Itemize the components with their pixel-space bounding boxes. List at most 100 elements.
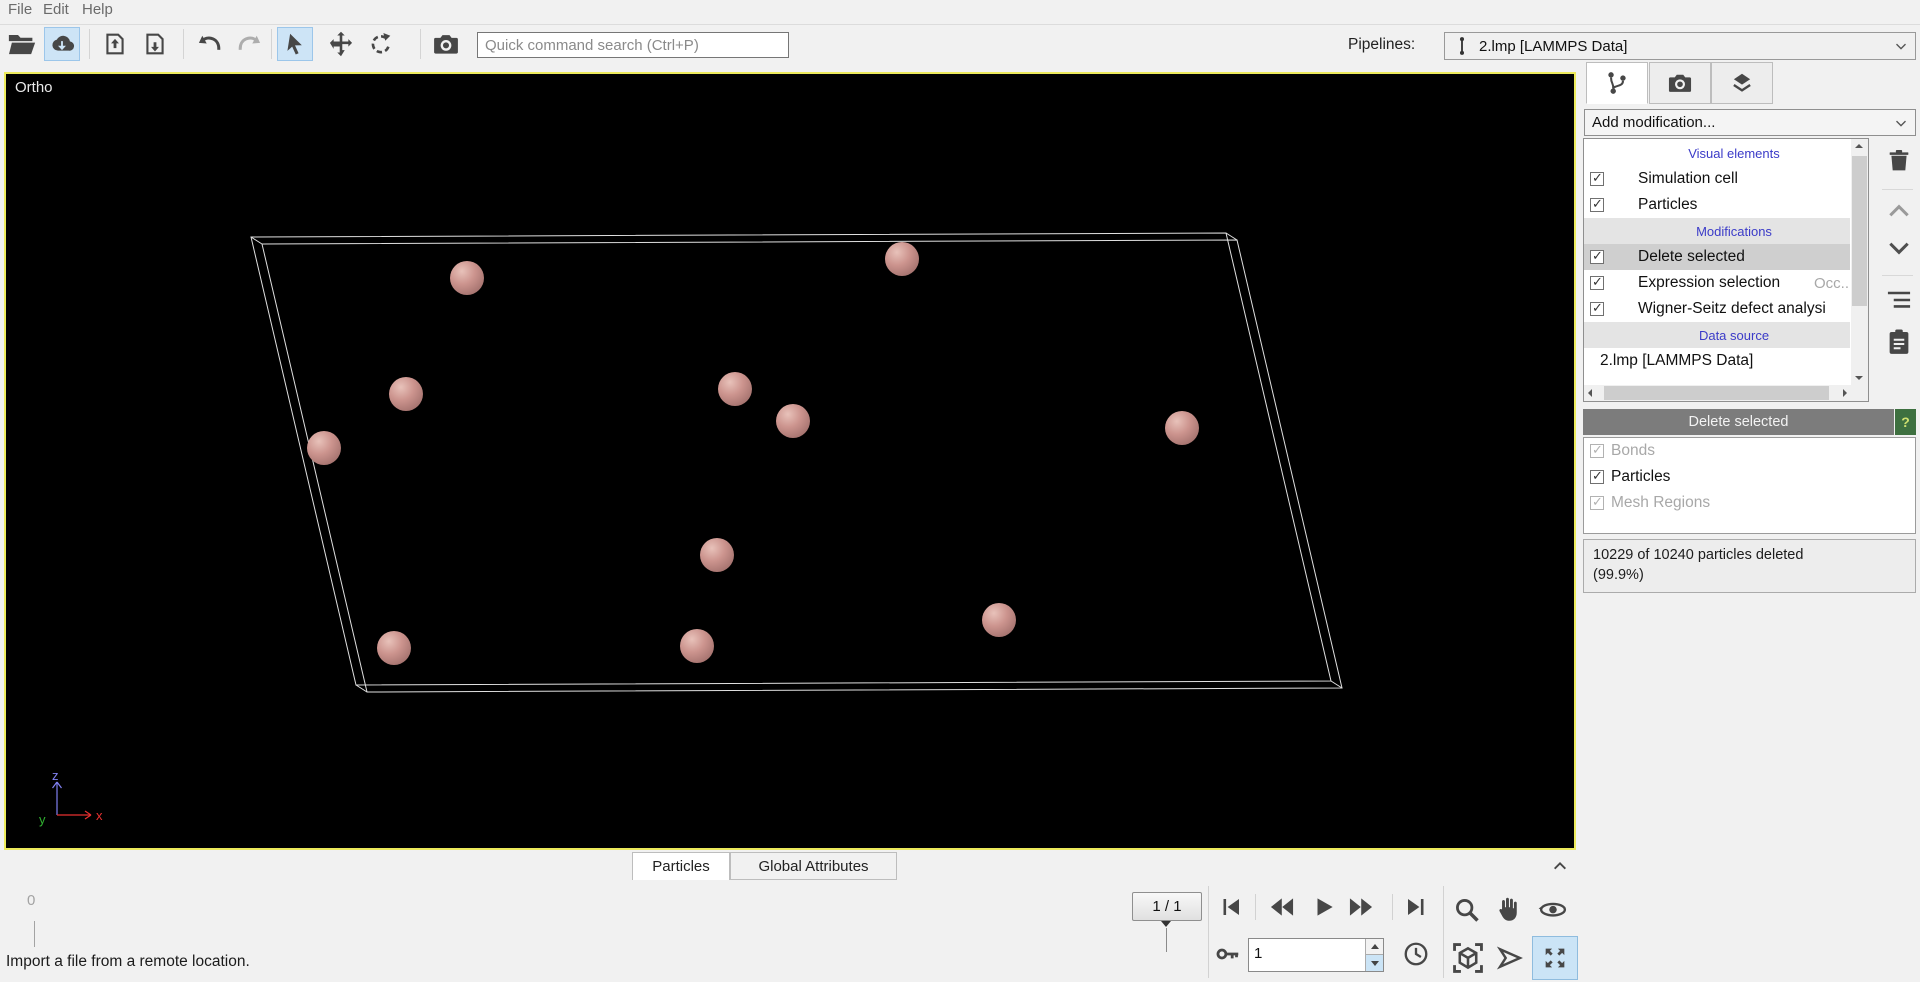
scroll-up-arrow[interactable] [1855,144,1863,148]
move-mode-button[interactable] [323,27,359,61]
help-button[interactable]: ? [1895,409,1916,435]
menu-edit[interactable]: Edit [43,1,69,18]
auto-key-mode-button[interactable] [1212,940,1244,968]
data-inspector-tabbar: Particles Global Attributes [0,850,1578,881]
toolbar-separator [420,29,421,59]
goto-end-button[interactable] [1403,894,1429,920]
maximize-viewport-button[interactable] [1532,936,1578,980]
skip-end-icon [1404,895,1428,919]
item-enabled-checkbox[interactable] [1590,300,1604,316]
animation-settings-button[interactable] [1400,938,1432,970]
axes-tripod: z x y [39,769,103,827]
undo-button[interactable] [192,27,228,61]
pipeline-list-item[interactable]: Simulation cell [1584,166,1850,192]
chevron-down-icon [1892,37,1910,55]
simulation-cell-wireframe [250,232,1343,693]
quick-command-search-input[interactable] [477,32,789,58]
pipeline-list-horizontal-scrollbar[interactable] [1584,385,1851,401]
particle-sphere [885,242,919,276]
pipeline-list-item[interactable]: 2.lmp [LAMMPS Data] [1584,348,1850,374]
current-frame-spinbox[interactable]: 1 [1248,938,1384,972]
goto-start-button[interactable] [1218,894,1244,920]
tab-particles[interactable]: Particles [632,852,730,881]
delete-option-label: Mesh Regions [1611,494,1711,511]
scroll-down-arrow[interactable] [1855,376,1863,380]
delete-option-checkbox[interactable] [1590,468,1604,484]
item-enabled-checkbox[interactable] [1590,196,1604,212]
toolbar-separator [89,29,90,59]
spin-up-button[interactable] [1365,939,1383,955]
add-modification-label: Add modification... [1592,114,1716,131]
viewport-3d[interactable]: Ortho z x y [4,72,1576,850]
render-snapshot-button[interactable] [428,27,464,61]
menu-bar: File Edit Help [0,0,1920,25]
item-label: Expression selection [1638,274,1781,291]
spin-down-button[interactable] [1365,955,1383,971]
scroll-thumb[interactable] [1852,156,1867,306]
render-camera-icon [1667,70,1693,96]
collapse-inspector-button[interactable] [1548,858,1572,874]
timeline-tick-label: 0 [27,892,36,909]
viewport-mode-label[interactable]: Ortho [15,79,53,96]
open-file-button[interactable] [4,27,40,61]
tab-overlays[interactable] [1711,62,1773,104]
modifier-panel-title: Delete selected [1583,409,1894,435]
orbit-mode-button[interactable] [1533,894,1573,924]
tab-render[interactable] [1649,62,1711,104]
delete-options-box: Bonds Particles Mesh Regions [1583,437,1916,534]
menu-help[interactable]: Help [82,1,113,18]
layers-icon [1729,70,1755,96]
field-of-view-button[interactable] [1494,940,1526,976]
next-frame-button[interactable] [1345,894,1377,920]
export-file-button[interactable] [97,27,133,61]
pipeline-list-item[interactable]: Particles [1584,192,1850,218]
frame-slider-handle[interactable]: 1 / 1 [1132,892,1202,921]
pipeline-list-item[interactable]: Expression selection Occ.. [1584,270,1850,296]
pipeline-list-item[interactable]: Delete selected [1584,244,1850,270]
maximize-arrows-icon [1541,944,1569,972]
separator [1208,886,1209,978]
menu-file[interactable]: File [8,1,32,18]
side-divider [1882,189,1913,190]
current-frame-value: 1 [1254,945,1263,962]
previous-frame-button[interactable] [1266,894,1298,920]
item-enabled-checkbox[interactable] [1590,170,1604,186]
delete-modifier-button[interactable] [1883,145,1915,177]
open-folder-icon [7,29,37,59]
save-session-button[interactable] [137,27,173,61]
pipeline-list-vertical-scrollbar[interactable] [1851,139,1868,385]
zoom-mode-button[interactable] [1451,895,1483,925]
move-modifier-up-button[interactable] [1885,200,1913,222]
particle-sphere [982,603,1016,637]
scroll-thumb[interactable] [1604,386,1829,400]
separator [1392,894,1393,920]
clock-icon [1402,940,1430,968]
tab-global-attributes[interactable]: Global Attributes [730,852,897,880]
redo-button[interactable] [231,27,267,61]
item-label: Simulation cell [1638,170,1738,187]
item-label: Data source [1698,327,1770,343]
item-label: Visual elements [1688,145,1780,161]
add-modification-dropdown[interactable]: Add modification... [1584,109,1916,136]
play-animation-button[interactable] [1310,893,1338,921]
item-enabled-checkbox[interactable] [1590,248,1604,264]
tab-pipelines[interactable] [1586,62,1648,104]
pipeline-selector-dropdown[interactable]: 2.lmp [LAMMPS Data] [1444,32,1916,60]
zoom-scene-extents-button[interactable] [1448,937,1488,979]
pipeline-list-item[interactable]: Wigner-Seitz defect analysi [1584,296,1850,322]
file-export-icon [101,30,129,58]
scroll-right-arrow[interactable] [1843,389,1847,397]
move-modifier-down-button[interactable] [1885,237,1913,259]
item-label: Modifications [1696,223,1772,239]
import-remote-file-button[interactable] [44,27,80,61]
copy-pipeline-button[interactable] [1882,322,1916,362]
select-mode-button[interactable] [277,27,313,61]
pipeline-section-header: Visual elements [1584,140,1850,166]
make-modifier-group-button[interactable] [1883,286,1915,314]
delete-option-row: Bonds [1584,438,1915,464]
rotate-mode-button[interactable] [363,27,399,61]
pan-mode-button[interactable] [1491,894,1525,924]
pipeline-branch-icon [1604,70,1630,96]
item-enabled-checkbox[interactable] [1590,274,1604,290]
scroll-left-arrow[interactable] [1588,389,1592,397]
